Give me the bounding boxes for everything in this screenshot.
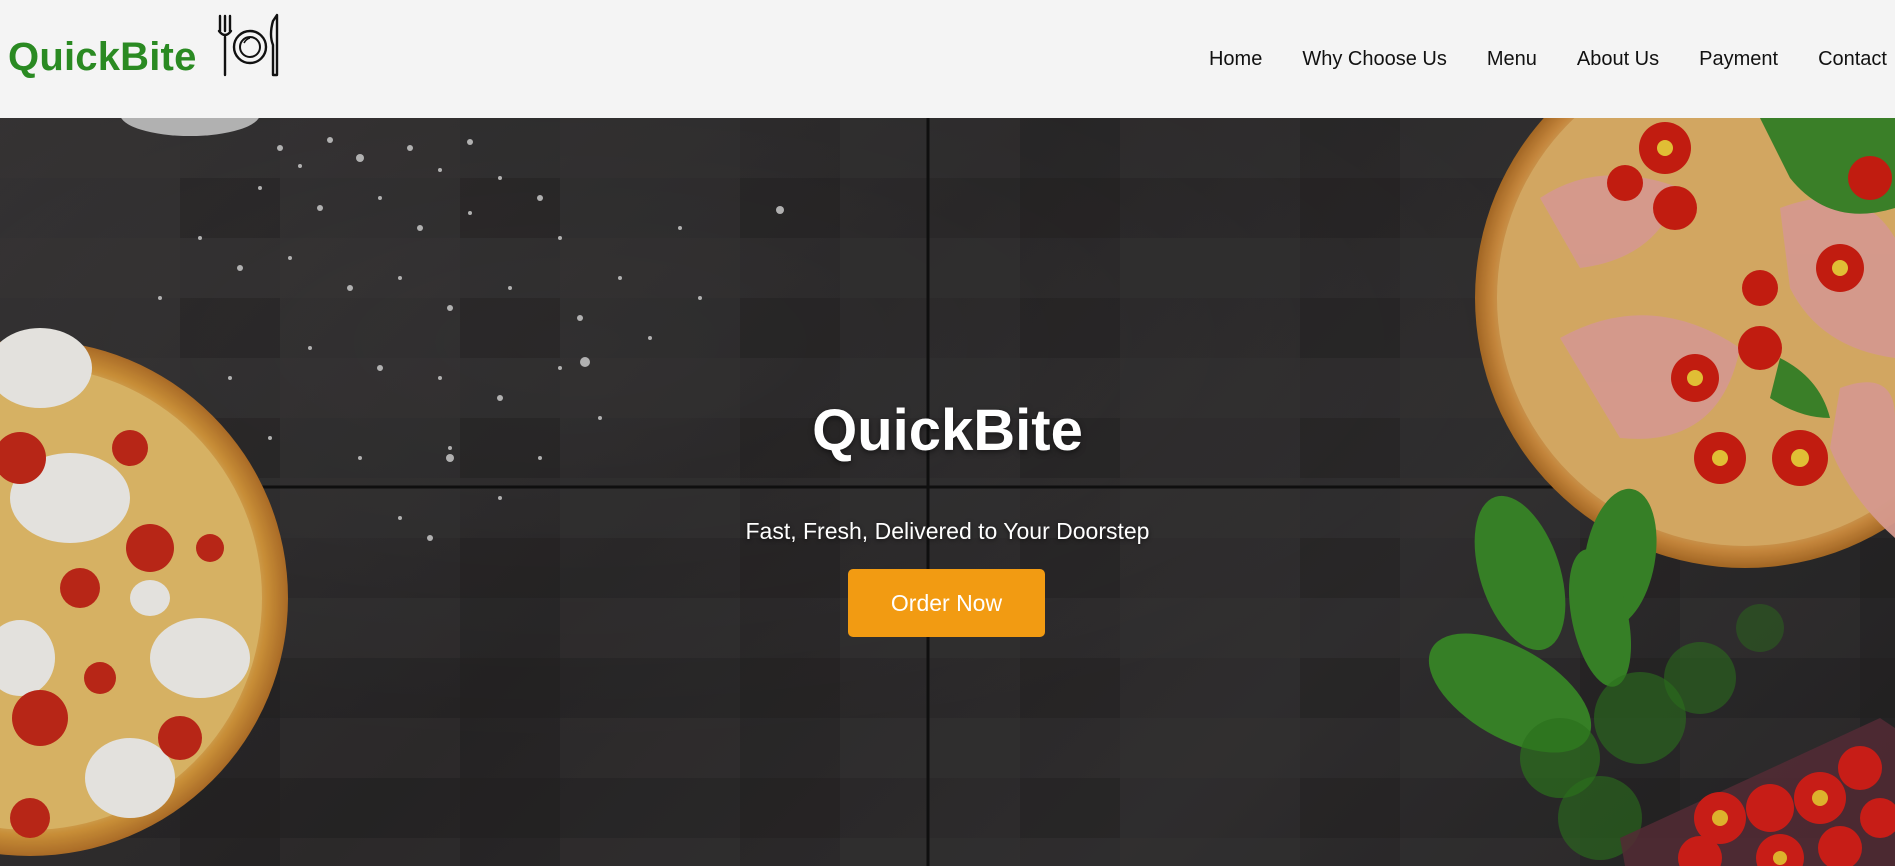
hero-tagline: Fast, Fresh, Delivered to Your Doorstep <box>745 518 1150 544</box>
nav-link-about-us[interactable]: About Us <box>1577 48 1659 71</box>
nav-link-menu[interactable]: Menu <box>1487 48 1537 71</box>
nav-link-why-choose-us[interactable]: Why Choose Us <box>1302 48 1447 71</box>
plate-fork-knife-icon <box>217 13 278 77</box>
brand-name[interactable]: QuickBite <box>8 35 197 80</box>
nav-link-home[interactable]: Home <box>1209 48 1262 71</box>
main-nav: Home Why Choose Us Menu About Us Payment… <box>1209 48 1887 71</box>
nav-link-contact[interactable]: Contact <box>1818 48 1887 71</box>
hero-section: QuickBite Fast, Fresh, Delivered to Your… <box>0 118 1895 866</box>
brand[interactable]: QuickBite <box>8 13 283 80</box>
site-header: QuickBite Home Why Choose Us Menu About … <box>0 0 1895 118</box>
nav-link-payment[interactable]: Payment <box>1699 48 1778 71</box>
hero-content: QuickBite Fast, Fresh, Delivered to Your… <box>0 118 1895 866</box>
hero-title: QuickBite <box>812 398 1083 463</box>
order-now-button[interactable]: Order Now <box>848 569 1045 637</box>
